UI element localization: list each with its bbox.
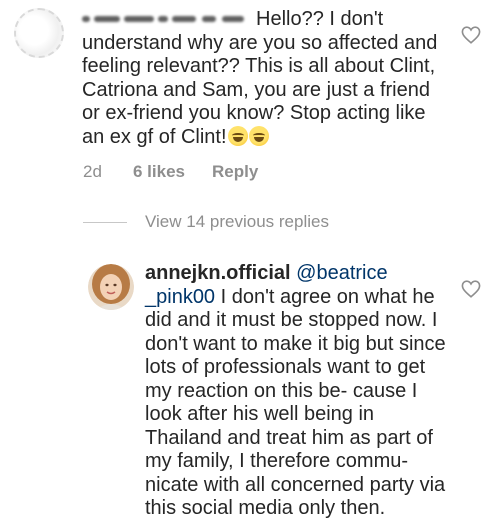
likes-count[interactable]: 6 likes: [133, 162, 185, 182]
comment-text: annejkn.official @beatrice _pink00 I don…: [145, 262, 450, 521]
redacted-username[interactable]: [82, 12, 254, 26]
heart-outline-icon[interactable]: [461, 280, 481, 298]
comment-text: Hello?? I don't understand why are you s…: [82, 8, 447, 149]
avatar[interactable]: [14, 8, 64, 58]
reply-button[interactable]: Reply: [212, 162, 258, 182]
view-replies-label[interactable]: View 14 previous replies: [145, 212, 329, 232]
grinning-sweat-emoji: [248, 125, 269, 146]
avatar[interactable]: [88, 264, 134, 310]
comment-body: I don't agree on what he did and it must…: [145, 285, 446, 520]
divider-line: [83, 222, 127, 223]
username[interactable]: annejkn.official: [145, 262, 291, 284]
grinning-sweat-emoji: [227, 125, 248, 146]
avatar-ring: [14, 8, 64, 58]
heart-outline-icon[interactable]: [461, 26, 481, 44]
comment-timestamp: 2d: [83, 162, 102, 181]
